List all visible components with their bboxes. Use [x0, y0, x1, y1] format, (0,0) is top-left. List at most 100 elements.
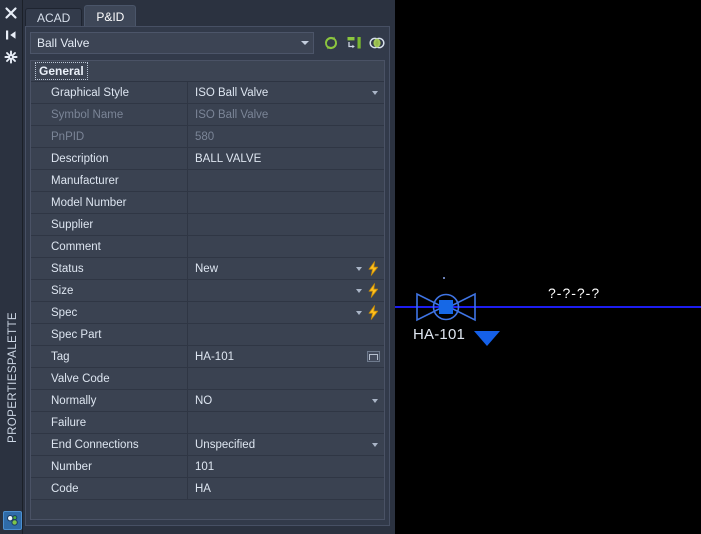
chevron-down-icon[interactable] — [356, 310, 362, 315]
property-label: Model Number — [31, 192, 188, 213]
property-label: Spec Part — [31, 324, 188, 345]
table-row[interactable]: Number 101 — [31, 456, 384, 478]
property-label: Size — [31, 280, 188, 301]
table-row[interactable]: Valve Code — [31, 368, 384, 390]
property-label: Spec — [31, 302, 188, 323]
tag-grip-triangle[interactable] — [474, 331, 500, 346]
tag-edit-button[interactable] — [367, 350, 380, 362]
property-label: Symbol Name — [31, 104, 188, 125]
property-value[interactable] — [188, 368, 384, 389]
chevron-down-icon[interactable] — [372, 90, 378, 95]
property-label: Normally — [31, 390, 188, 411]
property-value-text: 101 — [195, 460, 215, 473]
property-value[interactable] — [188, 192, 384, 213]
property-value-text: NO — [195, 394, 213, 407]
palette-tabs: ACAD P&ID — [25, 5, 138, 27]
property-label: Graphical Style — [31, 82, 188, 103]
table-row[interactable]: Description BALL VALVE — [31, 148, 384, 170]
selector-toolbar — [314, 35, 385, 51]
object-type-dropdown[interactable]: Ball Valve — [30, 32, 314, 54]
table-row: Symbol Name ISO Ball Valve — [31, 104, 384, 126]
grip-point-dot[interactable] — [443, 277, 445, 279]
property-rows: Graphical Style ISO Ball Valve Symbol Name… — [31, 82, 384, 500]
property-value[interactable] — [188, 324, 384, 345]
lightning-bolt-icon[interactable] — [366, 261, 381, 277]
table-row[interactable]: End Connections Unspecified — [31, 434, 384, 456]
property-value[interactable]: BALL VALVE — [188, 148, 384, 169]
property-value[interactable] — [188, 302, 384, 323]
property-value[interactable]: HA — [188, 478, 384, 499]
property-value-text: ISO Ball Valve — [195, 108, 269, 121]
table-row[interactable]: Graphical Style ISO Ball Valve — [31, 82, 384, 104]
property-value-text: HA — [195, 482, 211, 495]
tab-acad[interactable]: ACAD — [25, 8, 83, 27]
table-row[interactable]: Spec — [31, 302, 384, 324]
property-label: Code — [31, 478, 188, 499]
palette-title-strip: PROPERTIESPALETTE — [0, 0, 23, 534]
property-value[interactable] — [188, 170, 384, 191]
pipe-annotation-label[interactable]: ?-?-?-? — [548, 285, 600, 301]
lightning-bolt-icon[interactable] — [366, 283, 381, 299]
properties-panel: Ball Valve General Graphical Style ISO B… — [25, 26, 390, 526]
chevron-down-icon — [301, 41, 309, 45]
table-row[interactable]: Tag HA-101 — [31, 346, 384, 368]
table-row[interactable]: Status New — [31, 258, 384, 280]
object-type-value: Ball Valve — [37, 36, 90, 50]
object-selector-row: Ball Valve — [30, 30, 385, 56]
property-value[interactable]: Unspecified — [188, 434, 384, 455]
chevron-down-icon[interactable] — [372, 398, 378, 403]
properties-palette: PROPERTIESPALETTE ACAD P&ID Ball Valve G… — [0, 0, 395, 534]
property-value-text: ISO Ball Valve — [195, 86, 269, 99]
property-label: Valve Code — [31, 368, 188, 389]
table-row[interactable]: Spec Part — [31, 324, 384, 346]
table-row[interactable]: Size — [31, 280, 384, 302]
property-value-text: HA-101 — [195, 350, 234, 363]
table-row[interactable]: Supplier — [31, 214, 384, 236]
select-objects-icon[interactable] — [369, 35, 385, 51]
quick-select-icon[interactable] — [346, 35, 362, 51]
table-row[interactable]: Failure — [31, 412, 384, 434]
palette-properties-icon[interactable] — [2, 48, 20, 66]
property-value-text: BALL VALVE — [195, 152, 262, 165]
pnid-status-icon[interactable] — [3, 511, 22, 530]
chevron-down-icon[interactable] — [356, 266, 362, 271]
palette-title: PROPERTIESPALETTE — [7, 312, 19, 443]
property-label: Manufacturer — [31, 170, 188, 191]
property-label: Failure — [31, 412, 188, 433]
property-value[interactable] — [188, 412, 384, 433]
property-label: End Connections — [31, 434, 188, 455]
table-row[interactable]: Comment — [31, 236, 384, 258]
property-label: Comment — [31, 236, 188, 257]
property-category-general[interactable]: General — [31, 61, 384, 82]
property-label: Status — [31, 258, 188, 279]
property-value[interactable] — [188, 214, 384, 235]
property-value[interactable]: ISO Ball Valve — [188, 82, 384, 103]
property-value[interactable]: NO — [188, 390, 384, 411]
auto-hide-icon[interactable] — [2, 26, 20, 44]
palette-strip-icons — [0, 4, 22, 66]
table-row[interactable]: Manufacturer — [31, 170, 384, 192]
table-row[interactable]: Normally NO — [31, 390, 384, 412]
chevron-down-icon[interactable] — [356, 288, 362, 293]
property-value[interactable] — [188, 280, 384, 301]
property-value-text: New — [195, 262, 219, 275]
property-value[interactable]: New — [188, 258, 384, 279]
property-label: Number — [31, 456, 188, 477]
table-row[interactable]: Model Number — [31, 192, 384, 214]
ball-valve-symbol[interactable] — [414, 286, 478, 328]
tab-pnid-label: P&ID — [96, 9, 125, 24]
property-value[interactable]: HA-101 — [188, 346, 384, 367]
property-value[interactable]: 101 — [188, 456, 384, 477]
refresh-icon[interactable] — [323, 35, 339, 51]
table-row[interactable]: Code HA — [31, 478, 384, 500]
lightning-bolt-icon[interactable] — [366, 305, 381, 321]
property-label: Tag — [31, 346, 188, 367]
valve-tag-label[interactable]: HA-101 — [413, 326, 465, 343]
property-value-text: 580 — [195, 130, 215, 143]
property-label: PnPID — [31, 126, 188, 147]
chevron-down-icon[interactable] — [372, 442, 378, 447]
property-value[interactable] — [188, 236, 384, 257]
close-icon[interactable] — [2, 4, 20, 22]
property-grid: General Graphical Style ISO Ball Valve Sym… — [30, 60, 385, 520]
tab-pnid[interactable]: P&ID — [84, 5, 137, 27]
